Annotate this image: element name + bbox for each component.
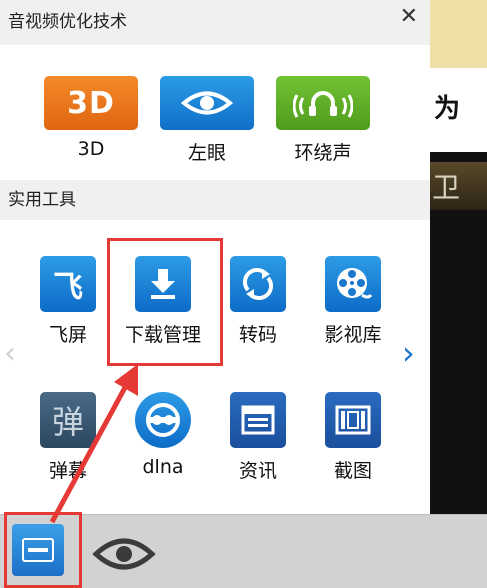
- background-video-text: 卫: [432, 171, 461, 204]
- tile-label: 影视库: [324, 324, 382, 346]
- eye-icon[interactable]: [92, 534, 156, 574]
- tile-label: 转码: [238, 324, 277, 346]
- dlna-icon: [135, 392, 191, 448]
- tile-screenshot[interactable]: 截图: [308, 392, 398, 483]
- background-banner: [430, 0, 487, 68]
- highlight-toolbox-box: [4, 512, 82, 588]
- news-icon: [230, 392, 286, 448]
- screenshot-icon: [325, 392, 381, 448]
- tile-dlna[interactable]: dlna: [108, 392, 218, 478]
- next-page-button[interactable]: ›: [402, 334, 415, 372]
- eye-icon: [160, 76, 254, 130]
- tile-news[interactable]: 资讯: [220, 392, 296, 483]
- tile-label: 环绕声: [294, 142, 352, 164]
- tile-label: 左眼: [187, 142, 226, 164]
- background-video: [430, 152, 487, 514]
- transcode-icon: [230, 256, 286, 312]
- tile-label: 3D: [77, 138, 105, 160]
- tile-label: dlna: [142, 456, 184, 478]
- tile-label: 资讯: [238, 460, 277, 482]
- background-headline: 为: [434, 94, 461, 124]
- tile-fly-screen[interactable]: 飞 飞屏: [30, 256, 106, 347]
- highlight-download-box: [107, 238, 223, 366]
- 3d-icon: 3D: [44, 76, 138, 130]
- tile-danmaku[interactable]: 弹 弹幕: [30, 392, 106, 483]
- tile-3d[interactable]: 3D 3D: [44, 76, 138, 160]
- fly-screen-icon: 飞: [40, 256, 96, 312]
- danmaku-icon: 弹: [40, 392, 96, 448]
- film-library-icon: [325, 256, 381, 312]
- tile-label: 弹幕: [48, 460, 87, 482]
- tile-left-eye[interactable]: 左眼: [160, 76, 254, 165]
- tile-label: 飞屏: [48, 324, 87, 346]
- prev-page-button[interactable]: ‹: [4, 336, 16, 371]
- tile-transcode[interactable]: 转码: [220, 256, 296, 347]
- surround-sound-icon: [276, 76, 370, 130]
- section-title-av: 音视频优化技术: [0, 0, 430, 45]
- section-title-tools: 实用工具: [0, 180, 430, 220]
- tile-label: 截图: [333, 460, 372, 482]
- close-button[interactable]: ✕: [400, 4, 418, 29]
- tile-film-library[interactable]: 影视库: [308, 256, 398, 347]
- tile-surround[interactable]: 环绕声: [276, 76, 370, 165]
